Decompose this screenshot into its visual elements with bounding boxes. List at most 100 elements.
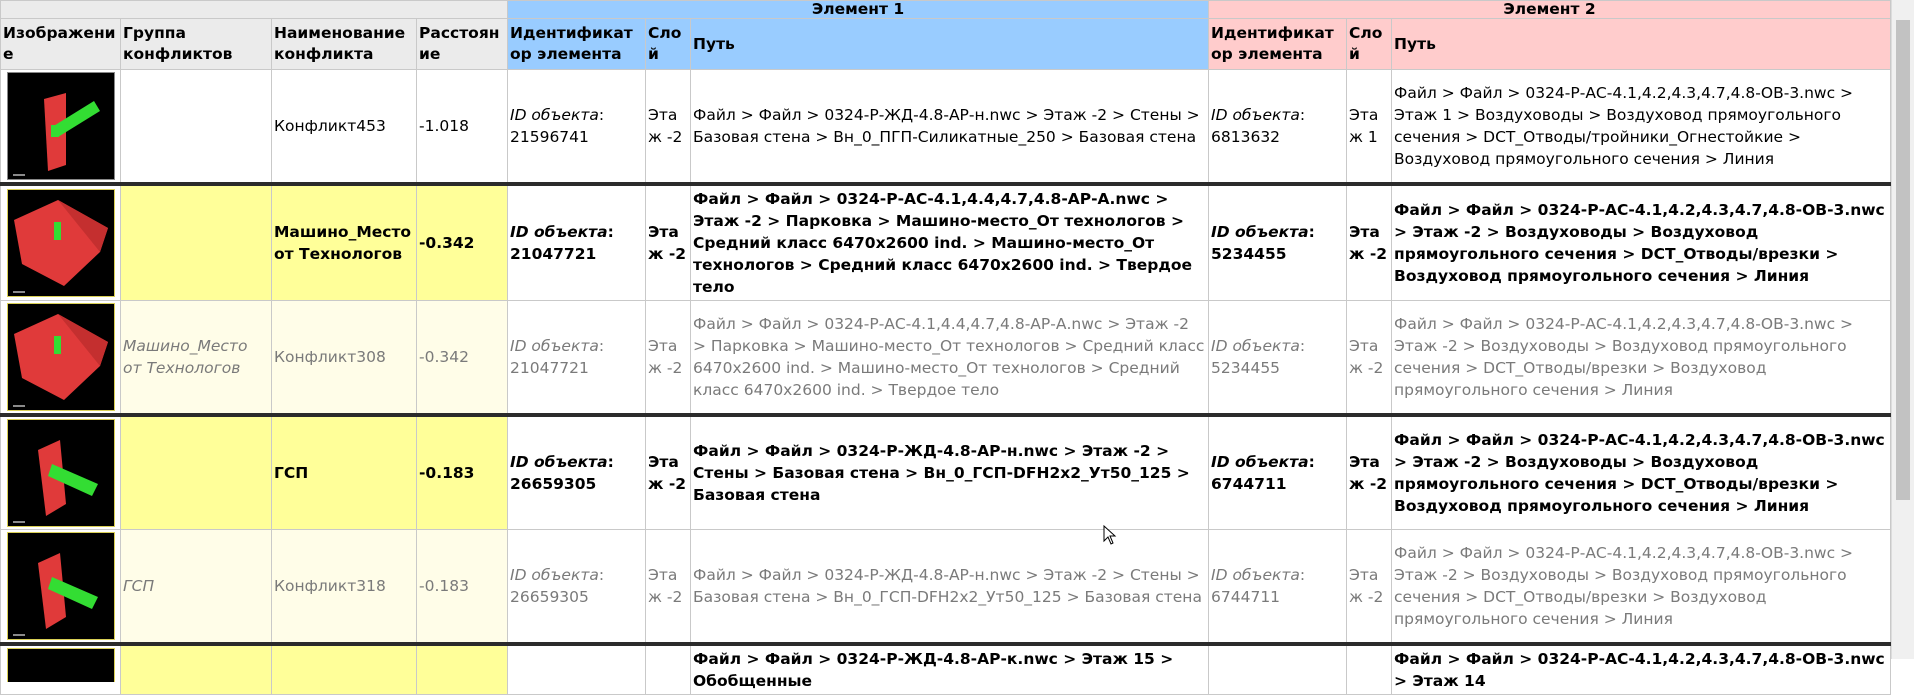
col-name-header[interactable]: Наименование конфликта <box>271 18 417 70</box>
e2-path-cell: Файл > Файл > 0324-Р-АС-4.1,4.2,4.3,4.7,… <box>1391 69 1892 185</box>
e1-id-cell: ID объекта: 21047721 <box>507 182 646 301</box>
e1-id-cell: ID объекта: 26659305 <box>507 413 646 530</box>
e2-id-value: 6744711 <box>1211 588 1281 606</box>
id-label: ID объекта <box>510 223 608 241</box>
id-label: ID объекта <box>510 106 599 124</box>
clash-name-cell: Конфликт453 <box>271 69 417 185</box>
col-e1-id-header[interactable]: Идентификатор элемента <box>507 18 646 70</box>
col-e1-path-header[interactable]: Путь <box>689 18 1210 70</box>
wall-clash-thumbnail[interactable] <box>6 72 115 180</box>
e2-id-cell: ID объекта: 5234455 <box>1208 182 1348 301</box>
e1-layer-cell: Этаж -2 <box>645 300 691 416</box>
e1-id-cell: ID объекта: 21596741 <box>507 69 646 185</box>
table-row[interactable]: Машино_Место от Технологов -0.342 ID объ… <box>0 182 1892 301</box>
parking-clash-thumbnail[interactable] <box>6 303 115 411</box>
col-distance-header[interactable]: Расстояние <box>416 18 508 70</box>
col-e1-layer-header[interactable]: Слой <box>645 18 691 70</box>
e1-id-cell: ID объекта: 21047721 <box>507 300 646 416</box>
distance-cell <box>416 642 508 695</box>
distance-cell: -0.183 <box>416 413 508 530</box>
e2-id-cell <box>1208 642 1348 695</box>
group-header-blank <box>0 0 508 19</box>
e2-layer-cell: Этаж -2 <box>1346 300 1393 416</box>
e2-layer-cell: Этаж -2 <box>1346 529 1393 645</box>
id-label: ID объекта <box>1211 337 1300 355</box>
e2-path-cell: Файл > Файл > 0324-Р-АС-4.1,4.2,4.3,4.7,… <box>1391 642 1892 695</box>
e1-layer-cell: Этаж -2 <box>645 182 691 301</box>
e1-id-value: 26659305 <box>510 588 589 606</box>
e2-path-cell: Файл > Файл > 0324-Р-АС-4.1,4.2,4.3,4.7,… <box>1391 529 1892 645</box>
distance-cell: -0.342 <box>416 182 508 301</box>
table-row[interactable]: Файл > Файл > 0324-Р-ЖД-4.8-АР-к.nwc > Э… <box>0 642 1892 695</box>
clash-name-cell: Конфликт318 <box>271 529 417 645</box>
clash-name-cell: Машино_Место от Технологов <box>271 182 417 301</box>
image-cell[interactable] <box>0 529 121 645</box>
image-cell[interactable] <box>0 69 121 185</box>
e2-layer-cell: Этаж 1 <box>1346 69 1393 185</box>
table-row[interactable]: Конфликт453 -1.018 ID объекта: 21596741 … <box>0 69 1892 185</box>
id-label: ID объекта <box>510 337 599 355</box>
e2-path-cell: Файл > Файл > 0324-Р-АС-4.1,4.2,4.3,4.7,… <box>1391 182 1892 301</box>
column-header-row: Изображение Группа конфликтов Наименован… <box>0 18 1892 70</box>
group-cell <box>120 69 272 185</box>
col-e2-layer-header[interactable]: Слой <box>1346 18 1393 70</box>
e1-path-cell: Файл > Файл > 0324-Р-ЖД-4.8-АР-н.nwc > Э… <box>689 529 1210 645</box>
distance-cell: -0.342 <box>416 300 508 416</box>
col-e2-id-header[interactable]: Идентификатор элемента <box>1208 18 1348 70</box>
e1-id-value: 21047721 <box>510 359 589 377</box>
id-label: ID объекта <box>1211 453 1309 471</box>
clash-thumbnail[interactable] <box>6 648 115 682</box>
e1-id-value: 21596741 <box>510 128 589 146</box>
vertical-scrollbar[interactable] <box>1891 0 1914 659</box>
e1-layer-cell <box>645 642 691 695</box>
e2-path-cell: Файл > Файл > 0324-Р-АС-4.1,4.2,4.3,4.7,… <box>1391 300 1892 416</box>
group-cell <box>120 182 272 301</box>
e1-id-cell: ID объекта: 26659305 <box>507 529 646 645</box>
e2-layer-cell: Этаж -2 <box>1346 413 1393 530</box>
scrollbar-thumb[interactable] <box>1896 20 1910 500</box>
e1-path-cell: Файл > Файл > 0324-Р-ЖД-4.8-АР-н.nwc > Э… <box>689 413 1210 530</box>
e1-layer-cell: Этаж -2 <box>645 529 691 645</box>
e2-layer-cell: Этаж -2 <box>1346 182 1393 301</box>
image-cell[interactable] <box>0 182 121 301</box>
col-image-header[interactable]: Изображение <box>0 18 121 70</box>
id-label: ID объекта <box>1211 223 1309 241</box>
clash-report-table: Элемент 1 Элемент 2 Изображение Группа к… <box>0 0 1892 695</box>
col-group-header[interactable]: Группа конфликтов <box>120 18 272 70</box>
element2-group-header: Элемент 2 <box>1208 0 1892 19</box>
e2-id-value: 6744711 <box>1211 475 1287 493</box>
e2-id-cell: ID объекта: 5234455 <box>1208 300 1348 416</box>
image-cell[interactable] <box>0 413 121 530</box>
wall-clash-thumbnail[interactable] <box>6 419 115 527</box>
distance-cell: -0.183 <box>416 529 508 645</box>
table-row[interactable]: ГСП Конфликт318 -0.183 ID объекта: 26659… <box>0 529 1892 645</box>
e2-id-value: 6813632 <box>1211 128 1281 146</box>
e1-layer-cell: Этаж -2 <box>645 413 691 530</box>
clash-name-cell <box>271 642 417 695</box>
e1-layer-cell: Этаж -2 <box>645 69 691 185</box>
e1-path-cell: Файл > Файл > 0324-Р-АС-4.1,4.4,4.7,4.8-… <box>689 300 1210 416</box>
group-cell: Машино_Место от Технологов <box>120 300 272 416</box>
parking-clash-thumbnail[interactable] <box>6 189 115 297</box>
group-cell: ГСП <box>120 529 272 645</box>
group-cell <box>120 642 272 695</box>
group-cell <box>120 413 272 530</box>
id-label: ID объекта <box>1211 566 1300 584</box>
table-row[interactable]: Машино_Место от Технологов Конфликт308 -… <box>0 300 1892 416</box>
table-row[interactable]: ГСП -0.183 ID объекта: 26659305 Этаж -2 … <box>0 413 1892 530</box>
e2-path-cell: Файл > Файл > 0324-Р-АС-4.1,4.2,4.3,4.7,… <box>1391 413 1892 530</box>
col-e2-path-header[interactable]: Путь <box>1391 18 1892 70</box>
e1-id-value: 26659305 <box>510 475 597 493</box>
wall-clash-thumbnail[interactable] <box>6 532 115 640</box>
e1-id-cell <box>507 642 646 695</box>
image-cell[interactable] <box>0 642 121 695</box>
e2-id-value: 5234455 <box>1211 359 1281 377</box>
element1-group-header: Элемент 1 <box>506 0 1210 19</box>
e2-layer-cell <box>1346 642 1393 695</box>
e1-path-cell: Файл > Файл > 0324-Р-ЖД-4.8-АР-н.nwc > Э… <box>689 69 1210 185</box>
image-cell[interactable] <box>0 300 121 416</box>
e1-path-cell: Файл > Файл > 0324-Р-ЖД-4.8-АР-к.nwc > Э… <box>689 642 1210 695</box>
clash-name-cell: Конфликт308 <box>271 300 417 416</box>
id-label: ID объекта <box>1211 106 1300 124</box>
clash-name-cell: ГСП <box>271 413 417 530</box>
